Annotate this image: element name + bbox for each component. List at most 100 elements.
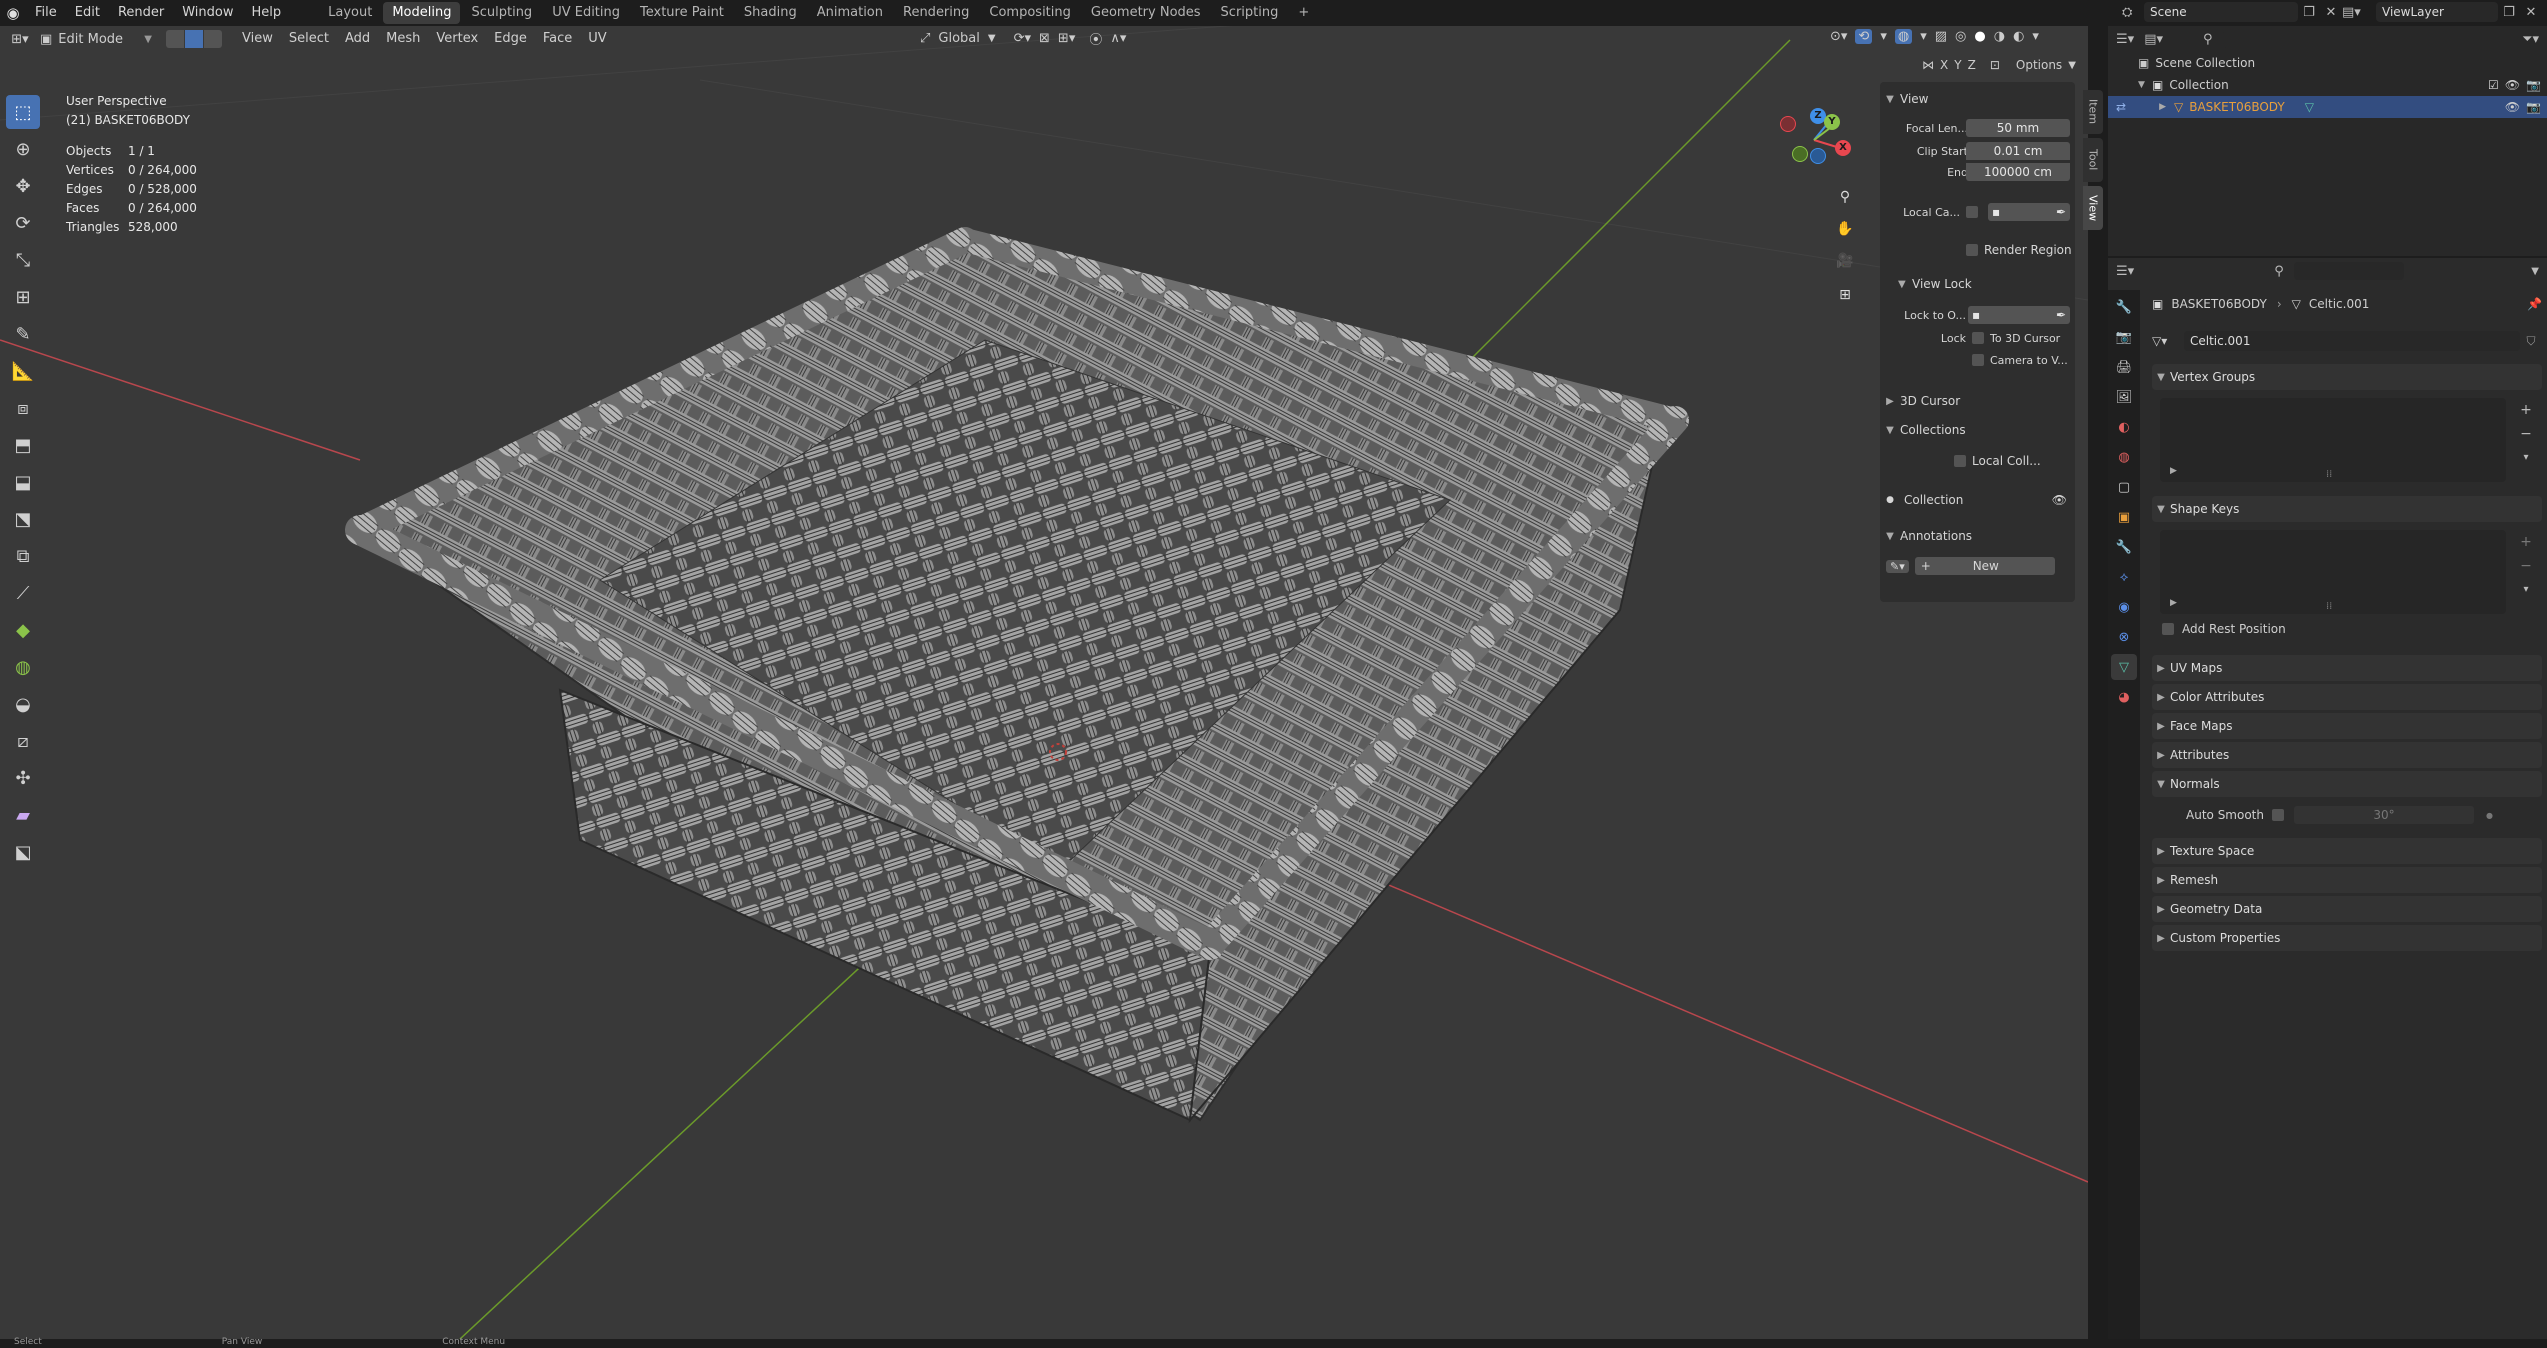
scene-selector[interactable]: ⛭ Scene ❐ ✕ <box>2122 2 2342 22</box>
physics-tab-icon[interactable]: ◉ <box>2111 594 2137 620</box>
normals-panel-header[interactable]: ▼ Normals <box>2152 771 2542 797</box>
tab-scripting[interactable]: Scripting <box>1212 2 1288 24</box>
properties-search-input[interactable] <box>2293 262 2404 280</box>
spin-icon[interactable]: ◍ <box>6 650 40 684</box>
auto-merge-icon[interactable]: ⊡ <box>1990 58 2000 72</box>
shear-icon[interactable]: ▰ <box>6 798 40 832</box>
constraints-tab-icon[interactable]: ⊗ <box>2111 624 2137 650</box>
measure-icon[interactable]: 📐 <box>6 354 40 388</box>
eye-icon[interactable]: 👁 <box>2052 493 2075 507</box>
move-icon[interactable]: ✥ <box>6 169 40 203</box>
menu-vertex[interactable]: Vertex <box>428 26 486 52</box>
new-annotation-button[interactable]: + New <box>1914 557 2055 575</box>
eye-icon[interactable]: 👁 <box>2505 78 2520 92</box>
tool-tab-icon[interactable]: 🔧 <box>2111 294 2137 320</box>
menu-uv[interactable]: UV <box>580 26 614 52</box>
xray-toggle-icon[interactable]: ▨ <box>1935 29 1947 44</box>
edit-mode-icon[interactable]: ⇄ <box>2116 100 2138 114</box>
auto-smooth-angle-field[interactable]: 30° <box>2294 806 2474 824</box>
object-tab-icon[interactable]: ▣ <box>2111 504 2137 530</box>
view-section-header[interactable]: ▼ View <box>1880 88 2075 110</box>
modifier-tab-icon[interactable]: 🔧 <box>2111 534 2137 560</box>
menu-add[interactable]: Add <box>337 26 378 52</box>
annotation-type-icon[interactable]: ✎▾ <box>1886 559 1909 573</box>
eyedropper-icon[interactable]: ✒ <box>2056 203 2070 221</box>
outliner-row-scene-collection[interactable]: ▣ Scene Collection <box>2108 52 2547 74</box>
menu-edit[interactable]: Edit <box>66 0 109 26</box>
clip-end-field[interactable]: 100000 cm <box>1966 163 2070 181</box>
falloff-icon[interactable]: ∧▾ <box>1110 31 1126 46</box>
tab-rendering[interactable]: Rendering <box>894 2 978 24</box>
knife-icon[interactable]: ⟋ <box>6 576 40 610</box>
uv-maps-panel-header[interactable]: ▶ UV Maps <box>2152 655 2542 681</box>
gizmo-neg-y-icon[interactable] <box>1792 146 1808 162</box>
camera-view-icon[interactable]: 🎥 <box>1832 248 1858 274</box>
properties-editor-icon[interactable]: ☰▾ <box>2116 264 2134 279</box>
annotations-section-header[interactable]: ▼ Annotations <box>1880 525 2075 547</box>
keyframe-dot-icon[interactable]: ● <box>2486 811 2493 820</box>
tab-geometry-nodes[interactable]: Geometry Nodes <box>1082 2 1210 24</box>
transform-orientation[interactable]: ⤢ Global ▼ ⟳▾ ⊠ ⊞▾ ⦿ ∧▾ <box>920 29 1126 48</box>
3d-viewport[interactable] <box>0 26 2088 1339</box>
mesh-name-field[interactable]: Celtic.001 <box>2184 331 2520 351</box>
filter-icon[interactable]: ⏷▾ <box>2522 32 2547 47</box>
outliner-row-object[interactable]: ⇄ ▶ ▽ BASKET06BODY ▽ 👁 📷 <box>2108 96 2547 118</box>
solid-shading-icon[interactable]: ● <box>1974 29 1985 44</box>
mirror-y-toggle[interactable]: Y <box>1954 58 1961 72</box>
resize-handle-icon[interactable]: ⁞⁞ <box>2326 601 2332 612</box>
add-vertex-group-icon[interactable]: + <box>2514 398 2538 422</box>
edge-select-icon[interactable] <box>185 30 203 48</box>
shape-key-menu-icon[interactable]: ▾ <box>2514 578 2538 602</box>
mirror-icon[interactable]: ⋈ <box>1922 58 1934 72</box>
editor-type-icon[interactable]: ⊞▾ <box>0 32 40 47</box>
pivot-icon[interactable]: ⟳▾ <box>1014 31 1031 46</box>
tab-item[interactable]: Item <box>2083 90 2103 134</box>
custom-properties-panel-header[interactable]: ▶ Custom Properties <box>2152 925 2542 951</box>
gizmo-options-icon[interactable]: ▾ <box>1880 29 1887 44</box>
snap-icon[interactable]: ⊠ <box>1039 31 1050 46</box>
vertex-group-menu-icon[interactable]: ▾ <box>2514 446 2538 470</box>
remove-shape-key-icon[interactable]: − <box>2514 554 2538 578</box>
camera-icon[interactable]: 📷 <box>2526 78 2541 92</box>
view-lock-header[interactable]: ▼ View Lock <box>1880 274 2075 294</box>
resize-handle-icon[interactable]: ⁞⁞ <box>2326 469 2332 480</box>
rip-region-icon[interactable]: ⬕ <box>6 835 40 869</box>
output-tab-icon[interactable]: 🖨 <box>2111 354 2137 380</box>
tab-layout[interactable]: Layout <box>319 2 381 24</box>
transform-icon[interactable]: ⊞ <box>6 280 40 314</box>
display-mode-icon[interactable]: ▤▾ <box>2144 32 2163 47</box>
bevel-icon[interactable]: ⬔ <box>6 502 40 536</box>
inset-icon[interactable]: ⬓ <box>6 465 40 499</box>
add-rest-position-checkbox[interactable] <box>2162 623 2174 635</box>
face-maps-panel-header[interactable]: ▶ Face Maps <box>2152 713 2542 739</box>
overlay-toggle-icon[interactable]: ◍ <box>1894 29 1913 44</box>
tab-tool[interactable]: Tool <box>2083 138 2103 182</box>
vertex-groups-list[interactable]: ▶ ⁞⁞ <box>2160 398 2506 482</box>
tab-animation[interactable]: Animation <box>808 2 892 24</box>
outliner-search-input[interactable] <box>2222 30 2333 48</box>
add-workspace-button[interactable]: + <box>1289 2 1318 24</box>
vertex-groups-panel-header[interactable]: ▼ Vertex Groups <box>2152 364 2542 390</box>
data-tab-icon[interactable]: ▽ <box>2111 654 2137 680</box>
collections-section-header[interactable]: ▼ Collections <box>1880 419 2075 441</box>
outliner-row-collection[interactable]: ▼ ▣ Collection ☑ 👁 📷 <box>2108 74 2547 96</box>
scene-tab-icon[interactable]: ◐ <box>2111 414 2137 440</box>
wireframe-shading-icon[interactable]: ◎ <box>1955 29 1966 44</box>
snap-options-icon[interactable]: ⊞▾ <box>1058 31 1075 46</box>
outliner-editor-icon[interactable]: ☰▾ <box>2116 32 2134 47</box>
gizmo-x-icon[interactable]: X <box>1835 140 1851 156</box>
menu-file[interactable]: File <box>26 0 66 26</box>
proportional-edit-icon[interactable]: ⦿ <box>1089 29 1102 48</box>
camera-to-view-checkbox[interactable] <box>1972 354 1984 366</box>
navigation-gizmo[interactable]: Z Y X <box>1772 100 1862 180</box>
collection-list-item[interactable]: ● Collection 👁 <box>1880 489 2075 511</box>
chevron-down-icon[interactable]: ▼ <box>2531 266 2547 277</box>
menu-help[interactable]: Help <box>243 0 291 26</box>
edge-slide-icon[interactable]: ⧄ <box>6 724 40 758</box>
menu-edge[interactable]: Edge <box>486 26 535 52</box>
menu-render[interactable]: Render <box>109 0 173 26</box>
remesh-panel-header[interactable]: ▶ Remesh <box>2152 867 2542 893</box>
tab-modeling[interactable]: Modeling <box>383 2 461 24</box>
visibility-icon[interactable]: ⊙▾ <box>1830 29 1847 44</box>
auto-smooth-checkbox[interactable] <box>2272 809 2284 821</box>
